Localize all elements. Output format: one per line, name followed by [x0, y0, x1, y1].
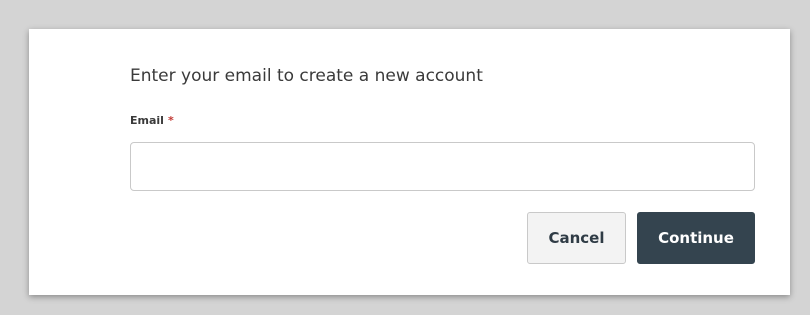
continue-button[interactable]: Continue — [637, 212, 755, 264]
dialog-heading: Enter your email to create a new account — [130, 66, 483, 86]
create-account-dialog: Enter your email to create a new account… — [29, 29, 790, 295]
email-field[interactable] — [130, 142, 755, 191]
email-label-text: Email — [130, 114, 164, 127]
required-marker: * — [167, 114, 174, 127]
email-field-label: Email * — [130, 114, 174, 127]
cancel-button[interactable]: Cancel — [527, 212, 626, 264]
